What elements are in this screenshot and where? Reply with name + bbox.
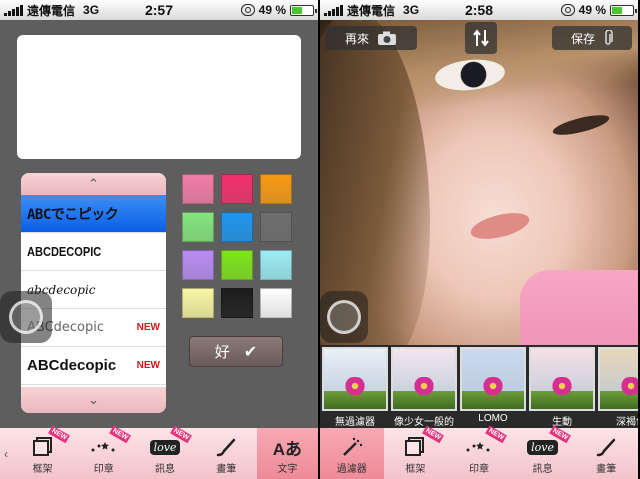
font-option-label: ABCでこピック bbox=[27, 206, 119, 223]
status-bar: 遠傳電信 3G 2:58 49 % bbox=[320, 0, 638, 20]
paperclip-icon bbox=[605, 30, 613, 45]
tool-label: 印章 bbox=[93, 464, 114, 475]
battery-icon bbox=[610, 4, 637, 16]
tool-label: 框架 bbox=[32, 464, 53, 475]
tool-frame[interactable]: 框架 NEW bbox=[12, 425, 73, 479]
left-toolbar: ‹ 框架 NEW 印章 NEW love 訊息 NEW 畫筆 Aあ 文字 bbox=[0, 425, 318, 479]
filter-thumbnail bbox=[529, 347, 595, 411]
color-swatch[interactable] bbox=[260, 250, 292, 280]
tool-text[interactable]: Aあ文字 bbox=[256, 428, 318, 479]
color-swatch[interactable] bbox=[221, 288, 253, 318]
tool-message[interactable]: love 訊息 NEW bbox=[134, 425, 195, 479]
color-swatch[interactable] bbox=[182, 174, 214, 204]
tool-wand[interactable]: 過濾器 bbox=[320, 428, 384, 479]
stamp-icon bbox=[89, 434, 119, 460]
ok-label: 好 bbox=[214, 344, 230, 361]
brush-icon bbox=[215, 434, 237, 460]
save-label: 保存 bbox=[570, 31, 595, 46]
filter-screen: 遠傳電信 3G 2:58 49 % 再來 保存 無過濾器 像少女一般的 LOMO 生動… bbox=[320, 0, 638, 479]
scroll-up-arrow-icon[interactable]: ⌃ bbox=[21, 173, 166, 195]
tool-label: 文字 bbox=[277, 464, 298, 475]
filter-option[interactable]: 無過濾器 bbox=[322, 347, 388, 428]
frame-icon bbox=[404, 434, 426, 460]
filter-thumbnail bbox=[391, 347, 457, 411]
assistive-touch-button[interactable] bbox=[0, 291, 52, 343]
checkmark-icon: ✔ bbox=[243, 343, 258, 361]
tool-label: 框架 bbox=[405, 464, 426, 475]
color-swatch[interactable] bbox=[182, 250, 214, 280]
text-preview-area[interactable] bbox=[17, 35, 301, 159]
new-badge: NEW bbox=[136, 322, 160, 333]
clock: 2:57 bbox=[144, 2, 174, 18]
filter-thumbnail bbox=[322, 347, 388, 411]
right-toolbar: 過濾器 框架 NEW 印章 NEW love 訊息 NEW 畫筆 bbox=[320, 425, 638, 479]
rotation-lock-icon bbox=[560, 4, 575, 16]
filter-option[interactable]: 生動 bbox=[529, 347, 595, 428]
wand-icon bbox=[340, 434, 364, 460]
font-option[interactable]: ABCでこピック bbox=[21, 195, 166, 233]
scroll-down-arrow-icon[interactable]: ⌄ bbox=[21, 387, 166, 413]
tool-label: 畫筆 bbox=[596, 464, 617, 475]
tool-label: 過濾器 bbox=[336, 464, 367, 475]
tool-message[interactable]: love 訊息 NEW bbox=[511, 425, 575, 479]
tool-stamp[interactable]: 印章 NEW bbox=[447, 425, 511, 479]
battery-icon bbox=[290, 4, 317, 16]
rotation-lock-icon bbox=[240, 4, 255, 16]
filter-label: LOMO bbox=[478, 413, 508, 424]
camera-icon bbox=[378, 31, 396, 45]
new-badge: NEW bbox=[136, 360, 160, 371]
chevron-left-icon[interactable]: ‹ bbox=[0, 428, 12, 479]
retake-button[interactable]: 再來 bbox=[325, 26, 417, 50]
font-option[interactable]: ABCdecopic NEW bbox=[21, 347, 166, 385]
save-button[interactable]: 保存 bbox=[552, 26, 632, 50]
ok-button[interactable]: 好 ✔ bbox=[189, 336, 283, 367]
font-option-label: ABCDECOPIC bbox=[27, 244, 102, 259]
filter-label: 深褐色 bbox=[616, 417, 638, 428]
tool-label: 訊息 bbox=[155, 464, 175, 475]
frame-icon bbox=[32, 434, 54, 460]
filter-thumbnail bbox=[598, 347, 638, 411]
clock: 2:58 bbox=[464, 2, 494, 18]
color-swatch[interactable] bbox=[260, 212, 292, 242]
text-icon: Aあ bbox=[272, 439, 303, 459]
font-option-label: ABCdecopic bbox=[27, 357, 117, 374]
filter-strip: 無過濾器 像少女一般的 LOMO 生動深褐色 bbox=[320, 345, 638, 428]
tool-stamp[interactable]: 印章 NEW bbox=[73, 425, 134, 479]
color-swatch[interactable] bbox=[221, 174, 253, 204]
filter-option[interactable]: LOMO bbox=[460, 347, 526, 428]
font-option[interactable]: ABCDECOPIC bbox=[21, 233, 166, 271]
filter-label: 像少女一般的 bbox=[394, 417, 454, 428]
filter-thumbnail bbox=[460, 347, 526, 411]
retake-label: 再來 bbox=[344, 31, 369, 46]
swap-orientation-button[interactable] bbox=[465, 22, 497, 54]
color-swatch[interactable] bbox=[260, 174, 292, 204]
message-icon: love bbox=[527, 434, 559, 460]
filter-label: 無過濾器 bbox=[335, 417, 375, 428]
color-swatch[interactable] bbox=[182, 288, 214, 318]
tool-label: 印章 bbox=[468, 464, 489, 475]
color-swatch[interactable] bbox=[221, 250, 253, 280]
filter-option[interactable]: 像少女一般的 bbox=[391, 347, 457, 428]
color-palette bbox=[182, 174, 294, 318]
status-bar: 遠傳電信 3G 2:57 49 % bbox=[0, 0, 318, 20]
tool-frame[interactable]: 框架 NEW bbox=[384, 425, 448, 479]
assistive-touch-button[interactable] bbox=[320, 291, 368, 343]
filter-option[interactable]: 深褐色 bbox=[598, 347, 638, 428]
text-editor-screen: 遠傳電信 3G 2:57 49 % ⌃ ABCでこピック ABCDECOPIC ab… bbox=[0, 0, 318, 479]
brush-icon bbox=[595, 434, 617, 460]
message-icon: love bbox=[149, 434, 181, 460]
color-swatch[interactable] bbox=[221, 212, 253, 242]
color-swatch[interactable] bbox=[182, 212, 214, 242]
stamp-icon bbox=[464, 434, 494, 460]
swap-arrows-icon bbox=[473, 29, 489, 47]
photo-preview[interactable] bbox=[320, 20, 638, 346]
tool-brush[interactable]: 畫筆 bbox=[574, 428, 638, 479]
color-swatch[interactable] bbox=[260, 288, 292, 318]
tool-brush[interactable]: 畫筆 bbox=[196, 428, 257, 479]
tool-label: 訊息 bbox=[532, 464, 553, 475]
tool-label: 畫筆 bbox=[216, 464, 237, 475]
